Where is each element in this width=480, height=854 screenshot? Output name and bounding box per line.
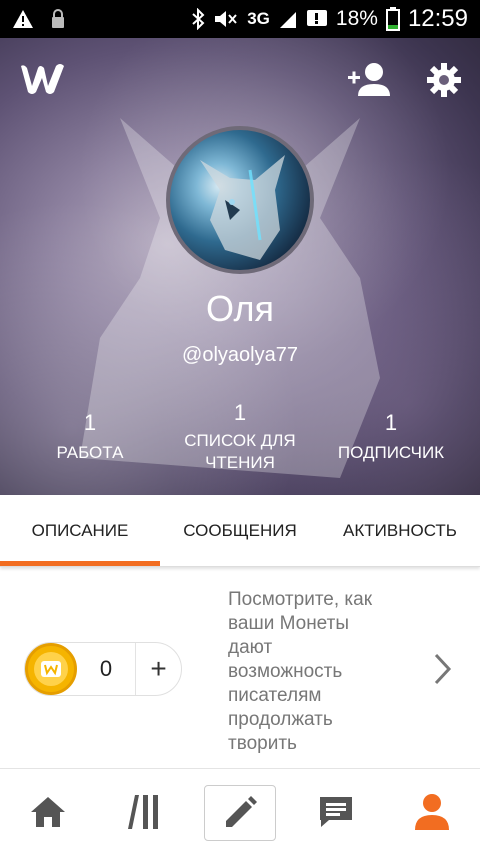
coins-info-line: возможность [228,661,343,682]
stat-followers[interactable]: 1 ПОДПИСЧИК [326,410,456,464]
stat-works-value: 1 [83,410,97,435]
mute-icon [213,7,239,31]
stat-works-label: РАБОТА [56,443,124,462]
stat-followers-value: 1 [384,410,398,435]
wattpad-w-icon [21,64,64,94]
nav-home-button[interactable] [12,783,84,841]
coins-info-line: ваши Монеты [228,613,349,634]
add-coins-button[interactable]: + [136,653,181,685]
warning-icon [12,7,34,31]
coin-count: 0 [99,656,113,681]
coins-info-line: дают [228,637,273,658]
battery-percent: 18% [335,7,378,30]
coin-icon [25,643,77,695]
stat-reading-lists-label-line1: СПИСОК ДЛЯ [184,431,296,450]
stat-reading-lists[interactable]: 1 СПИСОК ДЛЯ ЧТЕНИЯ [170,400,310,474]
lock-icon [50,7,66,31]
coins-panel[interactable]: 0 + Посмотрите, как ваши Монеты дают воз… [0,572,480,768]
stat-followers-label: ПОДПИСЧИК [337,443,445,462]
coin-balance-pill[interactable]: 0 + [24,642,182,696]
tab-messages[interactable]: СООБЩЕНИЯ [160,495,320,566]
stat-reading-lists-value: 1 [233,400,247,425]
nav-profile-button[interactable] [396,783,468,841]
add-friend-icon [348,63,390,96]
profile-header: Оля @olyaolya77 1 РАБОТА 1 СПИСОК ДЛЯ ЧТ… [0,38,480,495]
chevron-right-icon[interactable] [430,652,454,686]
notification-icon [306,7,328,31]
nav-messages-button[interactable] [300,783,372,841]
coins-info-text: Посмотрите, как ваши Монеты дают возможн… [228,588,418,756]
coins-info-line: писателям [228,685,322,706]
library-icon [128,795,158,829]
stat-works[interactable]: 1 РАБОТА [40,410,140,464]
messages-icon [320,797,352,827]
add-friend-button[interactable] [346,60,390,98]
bluetooth-icon [191,7,205,31]
wolf-avatar-image [200,155,285,260]
gear-icon [427,63,461,97]
profile-icon [415,794,449,830]
stat-reading-lists-label-line2: ЧТЕНИЯ [205,453,275,472]
write-icon [226,796,257,827]
tab-about[interactable]: ОПИСАНИЕ [0,495,160,566]
battery-icon [385,7,400,31]
network-type: 3G [247,9,270,28]
profile-tabs: ОПИСАНИЕ СООБЩЕНИЯ АКТИВНОСТЬ [0,495,480,567]
home-icon [31,797,65,827]
avatar[interactable] [166,126,314,274]
coins-info-line: Посмотрите, как [228,589,373,610]
bottom-navigation [0,768,480,854]
settings-button[interactable] [426,62,462,98]
tab-activity[interactable]: АКТИВНОСТЬ [320,495,480,566]
profile-username: @olyaolya77 [182,344,298,366]
clock: 12:59 [407,5,468,32]
profile-name: Оля [205,288,275,329]
nav-write-button[interactable] [204,785,276,841]
status-bar: 3G 18% 12:59 [0,0,480,38]
wattpad-logo-button[interactable] [18,60,68,98]
coins-info-line: творить [228,733,297,754]
coins-info-line: продолжать [228,709,333,730]
nav-library-button[interactable] [108,783,180,841]
signal-icon [278,7,298,31]
